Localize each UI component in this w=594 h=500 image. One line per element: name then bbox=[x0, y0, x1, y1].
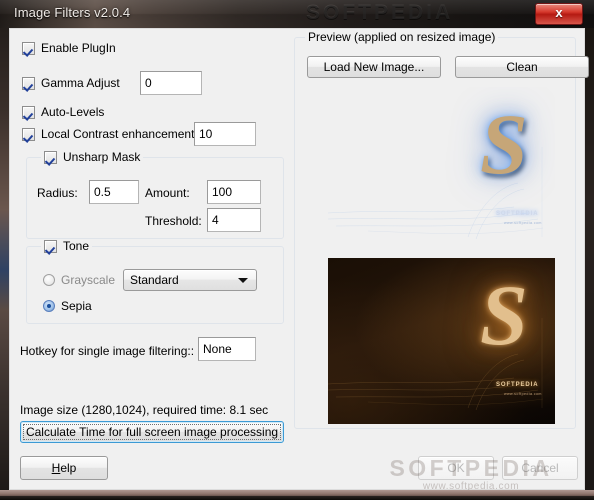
preview-group: Preview (applied on resized image) Load … bbox=[294, 30, 589, 429]
grayscale-radio[interactable]: Grayscale bbox=[43, 273, 115, 287]
local-contrast-value: 10 bbox=[199, 127, 213, 141]
local-contrast-checkbox[interactable]: Local Contrast enhancement bbox=[22, 127, 194, 141]
enable-plugin-label: Enable PlugIn bbox=[41, 41, 116, 55]
hotkey-label: Hotkey for single image filtering:: bbox=[20, 344, 195, 358]
hotkey-value: None bbox=[203, 342, 232, 356]
gamma-adjust-input[interactable]: 0 bbox=[140, 71, 202, 95]
sepia-label: Sepia bbox=[61, 299, 92, 313]
preview-original-decoration bbox=[328, 147, 544, 240]
checkbox-icon bbox=[22, 105, 35, 119]
gamma-adjust-checkbox[interactable]: Gamma Adjust bbox=[22, 76, 120, 90]
preview-filtered-image[interactable]: S SOFTPEDIA www.softpedia.com bbox=[328, 258, 555, 424]
load-new-image-label: Load New Image... bbox=[323, 60, 425, 74]
checkbox-icon bbox=[22, 127, 35, 141]
amount-label: Amount: bbox=[145, 186, 190, 200]
auto-levels-label: Auto-Levels bbox=[41, 105, 105, 119]
help-label-rest: elp bbox=[60, 461, 77, 475]
sepia-radio[interactable]: Sepia bbox=[43, 299, 92, 313]
preview-group-label: Preview (applied on resized image) bbox=[305, 30, 499, 44]
window-frame-left-edge bbox=[0, 0, 9, 500]
ok-label: OK bbox=[447, 461, 465, 475]
radius-label: Radius: bbox=[37, 186, 78, 200]
unsharp-mask-label: Unsharp Mask bbox=[63, 150, 141, 164]
unsharp-mask-group: Unsharp Mask Radius: 0.5 Amount: 100 Thr… bbox=[26, 150, 284, 239]
clean-label: Clean bbox=[506, 60, 538, 74]
preview-original-url: www.softpedia.com bbox=[504, 221, 542, 225]
preview-original-logo: S bbox=[480, 96, 528, 192]
preview-filtered-logo: S bbox=[480, 267, 528, 363]
unsharp-mask-checkbox[interactable]: Unsharp Mask bbox=[41, 150, 144, 164]
calculate-time-label: Calculate Time for full screen image pro… bbox=[25, 425, 279, 439]
tone-label: Tone bbox=[63, 239, 90, 253]
hotkey-input[interactable]: None bbox=[198, 337, 256, 361]
help-label: Help bbox=[52, 461, 77, 475]
tone-preset-select[interactable]: Standard bbox=[123, 269, 257, 291]
preview-filtered-url: www.softpedia.com bbox=[504, 392, 542, 396]
tone-checkbox[interactable]: Tone bbox=[41, 239, 93, 253]
dialog-client-area: Enable PlugIn Gamma Adjust 0 Auto-Levels… bbox=[9, 28, 589, 490]
gamma-adjust-value: 0 bbox=[145, 76, 152, 90]
amount-value: 100 bbox=[212, 185, 233, 199]
preview-original-image[interactable]: S SOFTPEDIA www.softpedia.com bbox=[328, 87, 555, 253]
close-icon: x bbox=[555, 5, 563, 20]
radio-icon-selected bbox=[43, 300, 55, 312]
threshold-value: 4 bbox=[212, 213, 219, 227]
image-size-status: Image size (1280,1024), required time: 8… bbox=[20, 403, 269, 417]
local-contrast-label: Local Contrast enhancement bbox=[41, 127, 195, 141]
tone-preset-value: Standard bbox=[130, 273, 179, 287]
ok-button[interactable]: OK bbox=[418, 456, 494, 480]
title-bar[interactable]: Image Filters v2.0.4 SOFTPEDIA x bbox=[0, 0, 594, 28]
window-title: Image Filters v2.0.4 bbox=[14, 5, 131, 20]
window-frame-bottom-edge bbox=[0, 490, 594, 500]
checkbox-icon bbox=[44, 150, 57, 164]
tone-group: Tone Grayscale Sepia Standard bbox=[26, 239, 284, 324]
checkbox-icon bbox=[44, 239, 57, 253]
help-button[interactable]: Help bbox=[20, 456, 108, 480]
application-window: Image Filters v2.0.4 SOFTPEDIA x Enable … bbox=[0, 0, 594, 500]
load-new-image-button[interactable]: Load New Image... bbox=[307, 56, 441, 78]
grayscale-label: Grayscale bbox=[61, 273, 116, 287]
cancel-button[interactable]: Cancel bbox=[502, 456, 578, 480]
enable-plugin-checkbox[interactable]: Enable PlugIn bbox=[22, 41, 116, 55]
gamma-adjust-label: Gamma Adjust bbox=[41, 76, 120, 90]
radius-input[interactable]: 0.5 bbox=[89, 180, 139, 204]
threshold-input[interactable]: 4 bbox=[207, 208, 261, 232]
chevron-down-icon bbox=[238, 278, 248, 283]
preview-original-brand: SOFTPEDIA bbox=[496, 211, 539, 217]
close-button[interactable]: x bbox=[535, 3, 583, 25]
checkbox-icon bbox=[22, 76, 35, 90]
amount-input[interactable]: 100 bbox=[207, 180, 261, 204]
preview-filtered-decoration bbox=[328, 318, 544, 411]
checkbox-icon bbox=[22, 41, 35, 55]
threshold-label: Threshold: bbox=[145, 214, 202, 228]
clean-button[interactable]: Clean bbox=[455, 56, 589, 78]
calculate-time-button[interactable]: Calculate Time for full screen image pro… bbox=[20, 421, 284, 443]
radio-icon bbox=[43, 274, 55, 286]
radius-value: 0.5 bbox=[94, 185, 111, 199]
cancel-label: Cancel bbox=[521, 461, 559, 475]
auto-levels-checkbox[interactable]: Auto-Levels bbox=[22, 105, 104, 119]
local-contrast-input[interactable]: 10 bbox=[194, 122, 256, 146]
preview-filtered-brand: SOFTPEDIA bbox=[496, 382, 539, 388]
